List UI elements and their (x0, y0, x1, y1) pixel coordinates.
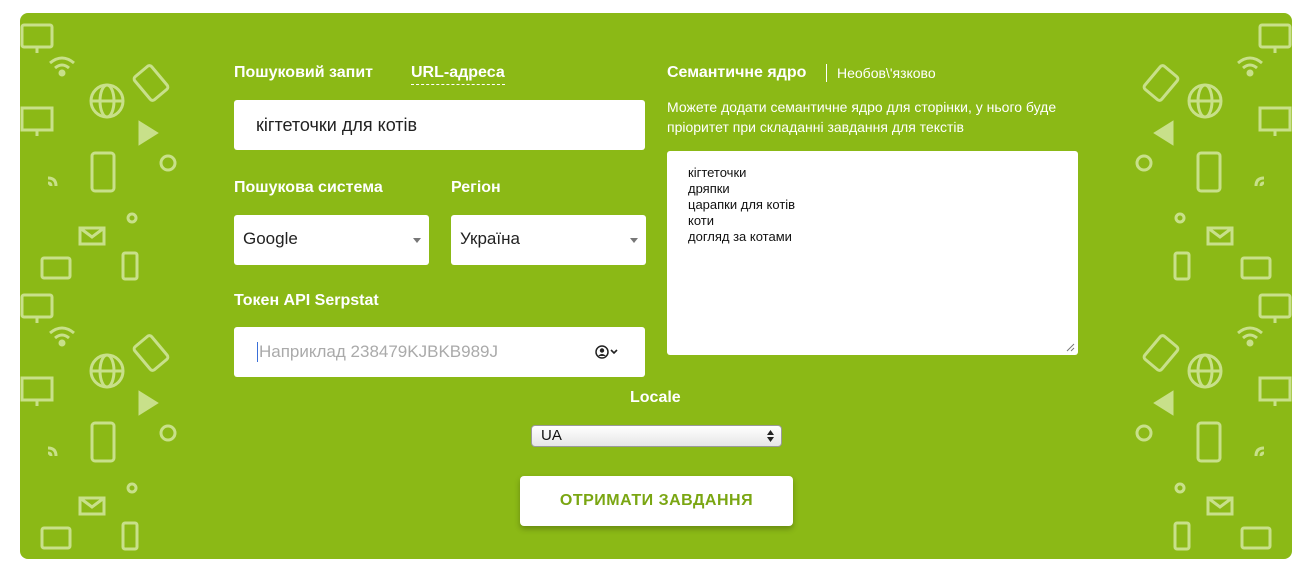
search-query-input[interactable]: кігтеточки для котів (234, 100, 645, 150)
tab-search-query[interactable]: Пошуковий запит (234, 64, 373, 82)
tab-url[interactable]: URL-адреса (411, 64, 505, 85)
text-cursor (257, 342, 258, 362)
keyword-line: дряпки (688, 181, 730, 196)
tech-pattern-left (20, 13, 190, 559)
user-circle-icon[interactable] (595, 345, 621, 359)
search-engine-select[interactable]: Google (234, 215, 429, 265)
api-token-label: Токен API Serpstat (234, 292, 379, 309)
region-label: Регіон (451, 179, 501, 196)
search-engine-label: Пошукова система (234, 179, 383, 196)
resize-grip-icon[interactable] (1066, 343, 1075, 352)
keyword-line: кігтеточки (688, 165, 747, 180)
semantic-core-textarea[interactable]: кігтеточки дряпки царапки для котів коти… (667, 151, 1078, 355)
get-task-button[interactable]: ОТРИМАТИ ЗАВДАННЯ (520, 476, 793, 526)
locale-label: Locale (630, 389, 681, 406)
optional-note: Необов\'язково (837, 65, 936, 81)
search-engine-value: Google (243, 229, 298, 248)
keyword-line: коти (688, 213, 714, 228)
semantic-core-title: Семантичне ядро (667, 64, 807, 81)
form-panel: Пошуковий запит URL-адреса кігтеточки дл… (20, 13, 1292, 559)
select-arrows-icon (767, 430, 774, 442)
locale-value: UA (541, 427, 562, 444)
chevron-down-icon (630, 238, 638, 243)
keyword-line: царапки для котів (688, 197, 796, 212)
api-token-input[interactable]: Наприклад 238479KJBKB989J (234, 327, 645, 377)
region-value: Україна (460, 229, 520, 248)
region-select[interactable]: Україна (451, 215, 646, 265)
api-token-placeholder: Наприклад 238479KJBKB989J (259, 342, 498, 361)
locale-select[interactable]: UA (531, 425, 782, 447)
semantic-core-hint: Можете додати семантичне ядро для сторін… (667, 99, 1057, 135)
keyword-line: догляд за котами (688, 229, 792, 244)
divider (826, 64, 827, 82)
tech-pattern-right (1122, 13, 1292, 559)
chevron-down-icon (413, 238, 421, 243)
